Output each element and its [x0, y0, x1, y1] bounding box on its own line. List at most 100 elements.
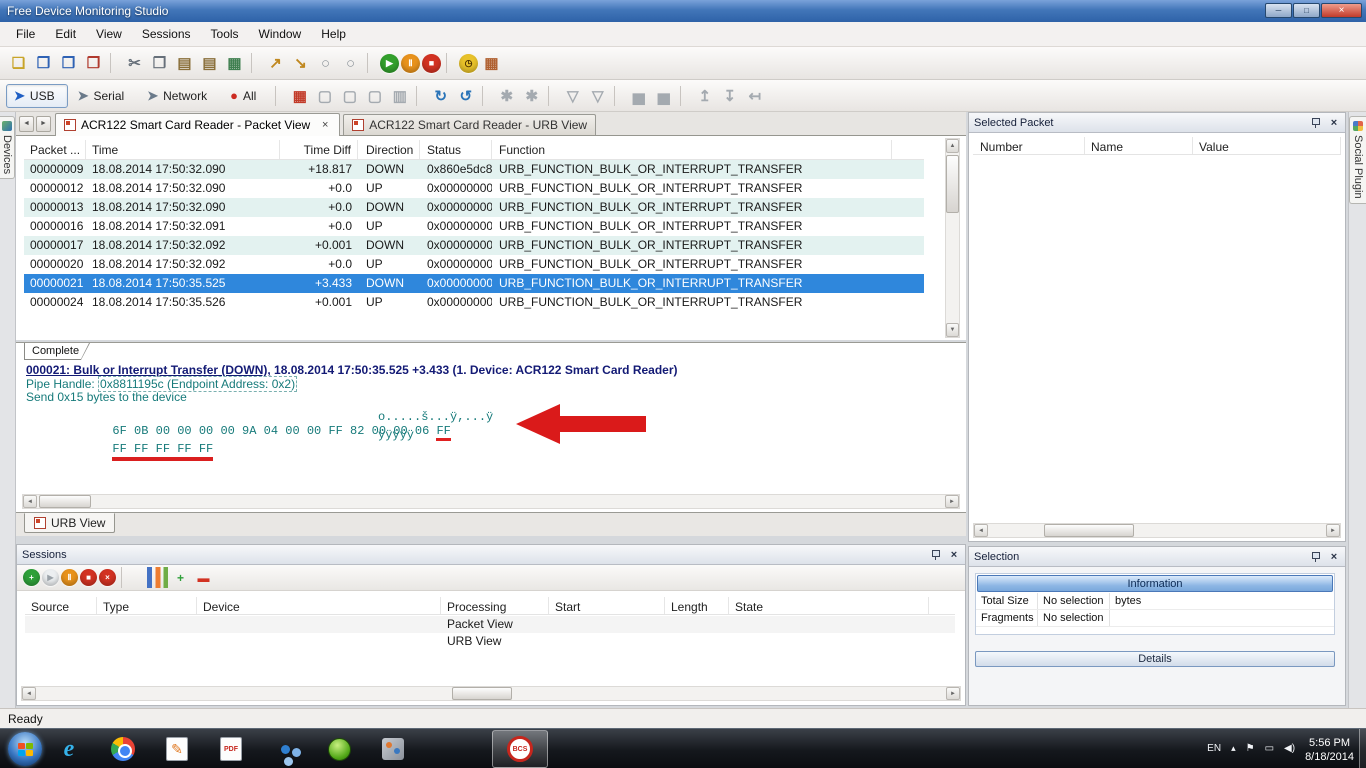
antivirus-icon[interactable]	[322, 733, 356, 765]
detail-title-link[interactable]: 000021: Bulk or Interrupt Transfer (DOWN…	[26, 363, 271, 377]
table-row[interactable]: 00000016 18.08.2014 17:50:32.091 +0.0 UP 0x0…	[24, 217, 924, 236]
column-header-function[interactable]: Function	[492, 140, 892, 159]
column-header-direction[interactable]: Direction	[358, 140, 420, 159]
cut-icon[interactable]: ✂	[123, 52, 146, 75]
save-icon[interactable]: ❒	[32, 52, 55, 75]
process-link-icon[interactable]: ✱	[495, 84, 518, 107]
clock[interactable]: 5:56 PM 8/18/2014	[1305, 734, 1354, 764]
pause-session-icon[interactable]: Ⅱ	[61, 569, 78, 586]
ring-alt-icon[interactable]: ○	[339, 52, 362, 75]
language-indicator[interactable]: EN	[1207, 743, 1221, 754]
menu-view[interactable]: View	[86, 23, 132, 45]
column-header-packet[interactable]: Packet ...	[24, 140, 86, 159]
information-header[interactable]: Information	[977, 575, 1333, 592]
import-data-icon[interactable]: ↥	[693, 84, 716, 107]
close-icon[interactable]: ×	[1328, 117, 1340, 129]
menu-window[interactable]: Window	[249, 23, 312, 45]
column-header-number[interactable]: Number	[973, 137, 1085, 154]
column-header-name[interactable]: Name	[1085, 137, 1193, 154]
column-header-length[interactable]: Length	[665, 597, 729, 614]
start-button[interactable]	[8, 732, 42, 766]
select-process-icon[interactable]: ▢	[363, 84, 386, 107]
devices-tab[interactable]: Devices	[0, 116, 15, 180]
column-header-device[interactable]: Device	[197, 597, 441, 614]
selected-packet-hscroll[interactable]: ◄ ►	[973, 523, 1341, 538]
table-row[interactable]: URB View	[25, 633, 955, 650]
scroll-left-icon[interactable]: ◄	[22, 687, 36, 700]
new-document-icon[interactable]: ❏	[7, 52, 30, 75]
pin-icon[interactable]	[1311, 117, 1322, 128]
page-setup-icon[interactable]: ▥	[388, 84, 411, 107]
column-header-time[interactable]: Time	[86, 140, 280, 159]
delete-session-icon[interactable]: ×	[99, 569, 116, 586]
filter-clear-icon[interactable]: ▽	[586, 84, 609, 107]
clock-icon[interactable]: ◷	[459, 53, 478, 73]
minimize-button[interactable]: ─	[1265, 3, 1292, 18]
column-header-time-diff[interactable]: Time Diff	[280, 140, 358, 159]
save-data-icon[interactable]: ↤	[743, 84, 766, 107]
column-header-source[interactable]: Source	[25, 597, 97, 614]
serial-filter-button[interactable]: ➤ Serial	[70, 84, 138, 108]
filter-icon[interactable]: ▽	[561, 84, 584, 107]
start-monitoring-icon[interactable]: ▶	[380, 53, 399, 73]
network-filter-button[interactable]: ➤ Network	[139, 84, 220, 108]
table-row[interactable]: 00000009 18.08.2014 17:50:32.090 +18.817 DO…	[24, 160, 924, 179]
show-desktop-button[interactable]	[1359, 729, 1366, 768]
network-tool-icon[interactable]	[268, 733, 302, 765]
close-icon[interactable]: ×	[1328, 551, 1340, 563]
selection-header[interactable]: Selection ×	[969, 547, 1345, 567]
column-header-processing[interactable]: Processing	[441, 597, 549, 614]
all-filter-button[interactable]: ● All	[222, 84, 269, 108]
select-window-alt-icon[interactable]: ▢	[338, 84, 361, 107]
chart-alt-icon[interactable]: ▅	[652, 84, 675, 107]
usb-filter-button[interactable]: ➤ USB	[6, 83, 68, 108]
table-row[interactable]: Packet View	[25, 616, 955, 633]
table-row[interactable]: 00000021 18.08.2014 17:50:35.525 +3.433 DOW…	[24, 274, 924, 293]
column-header-type[interactable]: Type	[97, 597, 197, 614]
tab-scroll-right-button[interactable]: ►	[36, 116, 51, 132]
ring-icon[interactable]: ○	[314, 52, 337, 75]
scroll-right-icon[interactable]: ►	[945, 495, 959, 508]
display-icon[interactable]: ▭	[1265, 743, 1274, 754]
close-button[interactable]: ×	[1321, 3, 1362, 18]
rotate-cw-icon[interactable]: ↻	[429, 84, 452, 107]
maximize-button[interactable]: □	[1293, 3, 1320, 18]
table-row[interactable]: 00000020 18.08.2014 17:50:32.092 +0.0 UP 0x0…	[24, 255, 924, 274]
menu-sessions[interactable]: Sessions	[132, 23, 201, 45]
scroll-right-icon[interactable]: ►	[1326, 524, 1340, 537]
active-app-slot[interactable]: BCS	[492, 730, 548, 768]
close-save-icon[interactable]: ❒	[82, 52, 105, 75]
notepad-icon[interactable]: ✎	[160, 733, 194, 765]
stop-session-icon[interactable]: ■	[80, 569, 97, 586]
start-session-icon[interactable]: ▶	[42, 569, 59, 586]
select-window-icon[interactable]: ▢	[313, 84, 336, 107]
hidden-icons-button[interactable]: ▴	[1231, 743, 1236, 754]
social-plugin-tab[interactable]: Social Plugin	[1349, 116, 1366, 204]
paste-append-icon[interactable]: ▤	[198, 52, 221, 75]
scroll-up-icon[interactable]: ▲	[946, 139, 959, 153]
details-header[interactable]: Details	[975, 651, 1335, 667]
rotate-ccw-icon[interactable]: ↺	[454, 84, 477, 107]
remove-processing-icon[interactable]: ▬	[193, 567, 214, 588]
stop-monitoring-icon[interactable]: ■	[422, 53, 441, 73]
export-session-icon[interactable]: ▦	[480, 52, 503, 75]
send-to-icon[interactable]: ↗	[264, 52, 287, 75]
close-tab-icon[interactable]: ×	[319, 119, 331, 131]
internet-explorer-icon[interactable]: e	[52, 733, 86, 765]
statistics-icon[interactable]	[147, 567, 168, 588]
graphics-tool-icon[interactable]	[376, 733, 410, 765]
pin-icon[interactable]	[931, 549, 942, 560]
capture-grid-icon[interactable]: ▦	[288, 84, 311, 107]
scrollbar-thumb[interactable]	[946, 155, 959, 213]
sessions-hscroll[interactable]: ◄ ►	[21, 686, 961, 701]
scrollbar-thumb[interactable]	[1044, 524, 1134, 537]
chart-icon[interactable]: ▅	[627, 84, 650, 107]
menu-tools[interactable]: Tools	[201, 23, 249, 45]
table-row[interactable]: 00000017 18.08.2014 17:50:32.092 +0.001 DOW…	[24, 236, 924, 255]
export-grid-icon[interactable]: ▦	[223, 52, 246, 75]
column-header-state[interactable]: State	[729, 597, 929, 614]
sessions-panel-header[interactable]: Sessions ×	[17, 545, 965, 565]
menu-file[interactable]: File	[6, 23, 45, 45]
tab-urb-view-bottom[interactable]: URB View	[24, 513, 116, 533]
export-data-icon[interactable]: ↧	[718, 84, 741, 107]
